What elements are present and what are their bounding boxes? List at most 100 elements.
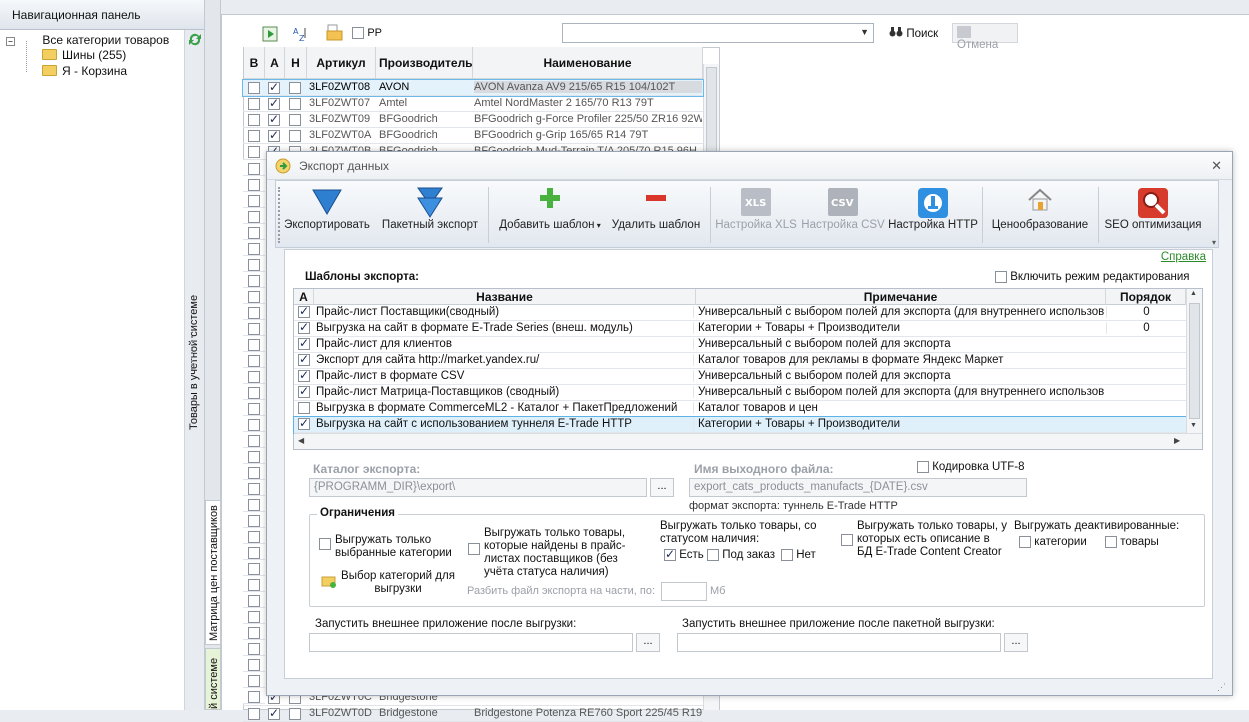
- deactivated-categories-box[interactable]: [1019, 536, 1031, 548]
- only-selected-categories-box[interactable]: [319, 538, 331, 550]
- status-no-checkbox[interactable]: Нет: [781, 549, 816, 561]
- table-row-checkbox[interactable]: [243, 576, 265, 592]
- col-b-checkbox[interactable]: [248, 130, 260, 143]
- table-row-checkbox[interactable]: [243, 496, 265, 512]
- templates-vscroll[interactable]: ▲ ▼: [1186, 289, 1202, 433]
- scroll-up-icon[interactable]: ▲: [1190, 290, 1197, 297]
- splitter-grip[interactable]: [191, 336, 197, 370]
- table-row-checkbox[interactable]: [243, 480, 265, 496]
- csv-settings-button[interactable]: CSV Настройка CSV: [798, 181, 888, 247]
- table-row-checkbox[interactable]: [243, 544, 265, 560]
- deactivated-products-checkbox[interactable]: товары: [1105, 536, 1159, 548]
- col-n-checkbox[interactable]: [289, 98, 301, 111]
- deactivated-products-box[interactable]: [1105, 536, 1117, 548]
- col-header-name[interactable]: Наименование: [473, 47, 703, 79]
- http-settings-button[interactable]: Настройка HTTP: [888, 181, 978, 247]
- ribbon-overflow-icon[interactable]: ▾: [1212, 238, 1216, 247]
- template-active-checkbox[interactable]: [298, 306, 310, 318]
- template-row[interactable]: Выгрузка на сайт с использованием туннел…: [293, 416, 1187, 434]
- col-a-checkbox[interactable]: [268, 98, 280, 111]
- template-row[interactable]: Выгрузка на сайт в формате E-Trade Serie…: [294, 321, 1186, 337]
- table-row-checkbox[interactable]: [243, 688, 265, 704]
- table-row-checkbox[interactable]: [243, 640, 265, 656]
- table-row-checkbox[interactable]: [243, 272, 265, 288]
- tpl-col-note[interactable]: Примечание: [696, 289, 1106, 305]
- table-row-checkbox[interactable]: [243, 464, 265, 480]
- help-link[interactable]: Справка: [1161, 251, 1206, 263]
- templates-hscroll[interactable]: ◀ ▶: [294, 433, 1202, 449]
- template-active-checkbox[interactable]: [298, 418, 310, 430]
- scroll-left-icon[interactable]: ◀: [298, 436, 304, 445]
- run-after-batch-input[interactable]: [677, 633, 1001, 652]
- tpl-col-order[interactable]: Порядок: [1106, 289, 1186, 305]
- tab-matrix[interactable]: Матрица цен поставщиков: [205, 500, 221, 645]
- table-row-checkbox[interactable]: [243, 608, 265, 624]
- table-row-checkbox[interactable]: [243, 384, 265, 400]
- col-n-checkbox[interactable]: [289, 130, 301, 143]
- batch-export-button[interactable]: Пакетный экспорт: [380, 181, 480, 247]
- template-active-checkbox[interactable]: [298, 338, 310, 350]
- status-yes-box[interactable]: [664, 547, 676, 561]
- col-b-checkbox[interactable]: [248, 146, 260, 159]
- col-header-a[interactable]: А: [265, 47, 285, 79]
- table-row-checkbox[interactable]: [243, 224, 265, 240]
- rp-checkbox-box[interactable]: [352, 26, 364, 39]
- template-active-checkbox[interactable]: [298, 402, 310, 414]
- template-active-checkbox[interactable]: [298, 322, 310, 334]
- open-folder-icon[interactable]: [326, 24, 344, 42]
- pricing-button[interactable]: Ценообразование: [988, 181, 1092, 247]
- utf8-checkbox[interactable]: Кодировка UTF-8: [917, 461, 1025, 473]
- col-header-sku[interactable]: Артикул: [307, 47, 376, 79]
- resize-grip-icon[interactable]: ⋰: [1217, 682, 1226, 693]
- tpl-col-active[interactable]: А: [294, 289, 314, 305]
- collapse-icon[interactable]: −: [6, 37, 15, 46]
- scroll-down-icon[interactable]: ▼: [1190, 422, 1197, 429]
- template-active-checkbox[interactable]: [298, 370, 310, 382]
- chevron-down-icon[interactable]: ▼: [860, 27, 869, 37]
- export-catalog-browse[interactable]: ...: [650, 478, 674, 497]
- cancel-button[interactable]: Отмена: [952, 23, 1018, 51]
- deactivated-categories-checkbox[interactable]: категории: [1019, 536, 1087, 548]
- tree-item-cart[interactable]: Я - Корзина: [42, 64, 127, 78]
- table-row-checkbox[interactable]: [243, 528, 265, 544]
- refresh-icon[interactable]: [186, 31, 204, 47]
- run-after-export-browse[interactable]: ...: [636, 633, 660, 652]
- template-active-checkbox[interactable]: [298, 386, 310, 398]
- table-row-checkbox[interactable]: [243, 368, 265, 384]
- table-row-checkbox[interactable]: [243, 240, 265, 256]
- table-row-checkbox[interactable]: [243, 624, 265, 640]
- search-button[interactable]: Поиск: [889, 26, 938, 40]
- table-row-checkbox[interactable]: [243, 400, 265, 416]
- table-row-checkbox[interactable]: [243, 288, 265, 304]
- export-button[interactable]: Экспортировать: [284, 181, 370, 247]
- add-template-button[interactable]: Добавить шаблон ▾: [494, 181, 606, 247]
- split-size-input[interactable]: [661, 582, 707, 601]
- col-a-checkbox[interactable]: [268, 114, 280, 127]
- edit-mode-checkbox[interactable]: Включить режим редактирования: [995, 271, 1190, 283]
- table-row[interactable]: 3LF0ZWT07 Amtel Amtel NordMaster 2 165/7…: [243, 96, 703, 112]
- template-row[interactable]: Выгрузка в формате CommerceML2 - Каталог…: [294, 401, 1186, 417]
- seo-button[interactable]: SEO оптимизация: [1102, 181, 1204, 247]
- output-file-input[interactable]: export_cats_products_manufacts_{DATE}.cs…: [689, 478, 1027, 497]
- run-after-export-input[interactable]: [309, 633, 633, 652]
- table-row-checkbox[interactable]: [243, 336, 265, 352]
- ribbon-grip[interactable]: [278, 187, 281, 243]
- table-row-checkbox[interactable]: [243, 432, 265, 448]
- edit-mode-checkbox-box[interactable]: [995, 271, 1007, 283]
- table-row-checkbox[interactable]: [243, 160, 265, 176]
- table-row[interactable]: 3LF0ZWT08 AVON AVON Avanza AV9 215/65 R1…: [242, 79, 704, 97]
- template-row[interactable]: Прайс-лист для клиентов Универсальный с …: [294, 337, 1186, 353]
- run-after-batch-browse[interactable]: ...: [1004, 633, 1028, 652]
- table-row[interactable]: 3LF0ZWT09 BFGoodrich BFGoodrich g-Force …: [243, 112, 703, 128]
- table-row-checkbox[interactable]: [243, 176, 265, 192]
- export-catalog-input[interactable]: {PROGRAMM_DIR}\export\: [309, 478, 647, 497]
- col-a-checkbox[interactable]: [268, 130, 280, 143]
- table-row-checkbox[interactable]: [243, 560, 265, 576]
- sort-az-icon[interactable]: AZ: [292, 26, 308, 42]
- template-row[interactable]: Прайс-лист Матрица-Поставщиков (сводный)…: [294, 385, 1186, 401]
- col-b-checkbox[interactable]: [248, 98, 260, 111]
- utf8-checkbox-box[interactable]: [917, 461, 929, 473]
- delete-template-button[interactable]: Удалить шаблон: [608, 181, 704, 247]
- rp-checkbox[interactable]: РР: [352, 25, 382, 39]
- col-b-checkbox[interactable]: [248, 82, 260, 95]
